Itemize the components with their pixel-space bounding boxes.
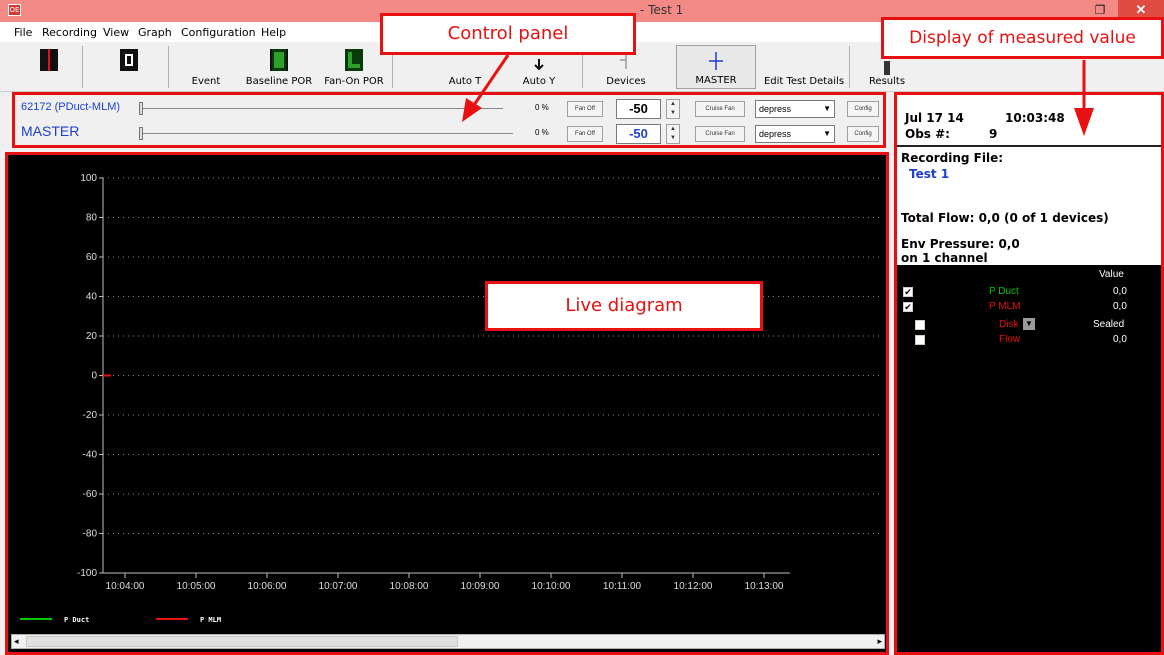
- display-arrowhead: [1074, 108, 1094, 136]
- control-panel-arrowhead: [462, 98, 482, 122]
- callout-arrows: [462, 54, 1094, 136]
- control-panel-arrow: [470, 54, 510, 109]
- app-window: OE - Test 1 ❐ ✕ File Recording View Grap…: [0, 0, 1164, 655]
